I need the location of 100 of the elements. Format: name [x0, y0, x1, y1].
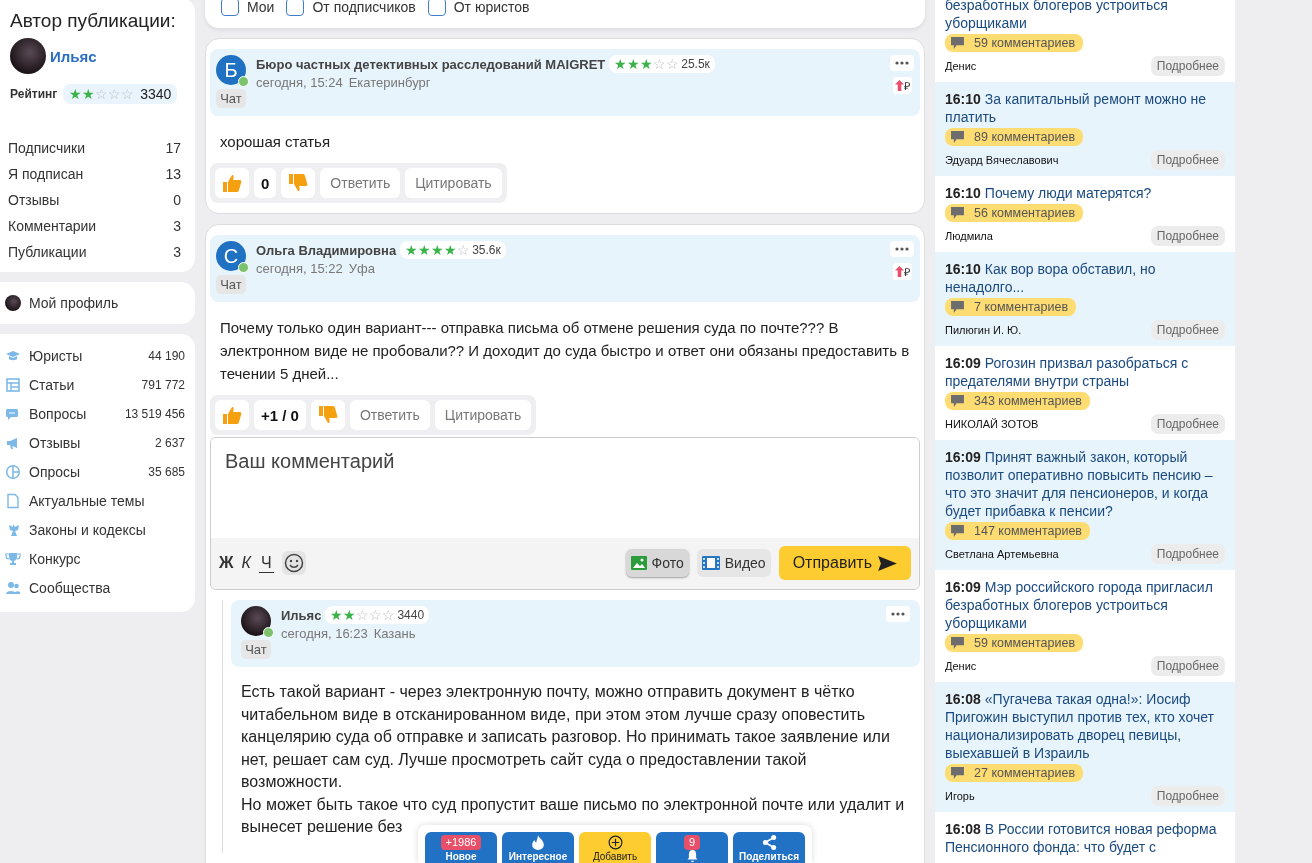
comments-count-pill[interactable]: 56 комментариев: [945, 204, 1084, 222]
avatar-letter[interactable]: С: [216, 241, 246, 271]
chat-button[interactable]: Чат: [241, 640, 271, 659]
thumbs-down-icon: [317, 406, 338, 424]
chat-button[interactable]: Чат: [216, 275, 246, 294]
reply-button[interactable]: Ответить: [320, 168, 401, 198]
nav-link[interactable]: Юристы: [29, 348, 83, 364]
rating-value: 3440: [397, 608, 425, 622]
news-author: Светлана Артемьевна: [945, 548, 1059, 560]
speech-bubble-icon: [951, 395, 964, 407]
avatar-photo[interactable]: [10, 38, 46, 74]
more-details-button[interactable]: Подробнее: [1150, 786, 1225, 806]
news-author: Игорь: [945, 790, 975, 802]
rating-label: Рейтинг: [10, 87, 58, 101]
news-title-link[interactable]: безработных блогеров устроиться уборщиками: [945, 0, 1225, 32]
comments-count-pill[interactable]: 59 комментариев: [945, 634, 1084, 652]
profile-link[interactable]: Мой профиль: [29, 295, 119, 311]
italic-button[interactable]: К: [241, 554, 251, 572]
nav-link[interactable]: Отзывы: [29, 435, 81, 451]
comments-count-pill[interactable]: 7 комментариев: [945, 298, 1077, 316]
underline-button[interactable]: Ч: [258, 553, 274, 573]
news-title-link[interactable]: 16:09 Принят важный закон, который позволит оперативно повысить пенсию – что это значит для пенсионеров, и когда будет прибавка к пенсии?: [945, 448, 1225, 520]
checkbox[interactable]: [286, 0, 305, 16]
send-button[interactable]: Отправить: [778, 546, 911, 580]
author-name[interactable]: Ильяс: [281, 607, 322, 623]
more-button[interactable]: [890, 241, 914, 257]
nav-link[interactable]: Вопросы: [29, 406, 87, 422]
stat-value: 3: [173, 217, 181, 236]
boost-button[interactable]: ₽: [892, 77, 912, 94]
nav-link[interactable]: Конкурс: [29, 551, 81, 567]
stat-value: 3: [173, 243, 181, 262]
news-title-link[interactable]: 16:08 В России готовится новая реформа Пенсионного фонда: что будет с: [945, 820, 1225, 856]
news-title-link[interactable]: 16:10 Как вор вора обставил, но ненадолго...: [945, 260, 1225, 296]
filter-label[interactable]: Мои: [247, 0, 275, 15]
quote-button[interactable]: Цитировать: [405, 168, 502, 198]
dislike-button[interactable]: [281, 168, 316, 198]
author-name-link[interactable]: Ильяс: [50, 47, 97, 65]
hot-tab-button[interactable]: Интересное: [502, 832, 574, 863]
author-name[interactable]: Бюро частных детективных расследований MAIGRET: [256, 56, 606, 72]
nav-link[interactable]: Опросы: [29, 464, 81, 480]
comments-count-pill[interactable]: 343 комментариев: [945, 392, 1090, 410]
nav-link[interactable]: Актуальные темы: [29, 493, 145, 509]
news-author: Денис: [945, 60, 977, 72]
add-tab-button[interactable]: Добавить: [579, 832, 651, 863]
author-name[interactable]: Ольга Владимировна: [256, 242, 397, 258]
emoji-button[interactable]: [281, 551, 306, 575]
news-title-link[interactable]: 16:09 Мэр российского города пригласил безработных блогеров устроиться уборщиками: [945, 578, 1225, 632]
news-title-link[interactable]: 16:08 «Пугачева такая одна!»: Иосиф Пригожин выступил против тех, кто хочет национализировать дворец певицы, выехавшей в Израиль: [945, 690, 1225, 762]
boost-button[interactable]: ₽: [892, 263, 912, 280]
filter-label[interactable]: От юристов: [453, 0, 530, 15]
share-tab-button[interactable]: Поделиться: [733, 832, 805, 863]
nav-link[interactable]: Законы и кодексы: [29, 522, 146, 538]
comments-count-pill[interactable]: 27 комментариев: [945, 764, 1084, 782]
more-button[interactable]: [886, 606, 910, 622]
dislike-button[interactable]: [310, 400, 345, 430]
stat-label[interactable]: Отзывы: [8, 190, 60, 210]
stat-label[interactable]: Я подписан: [8, 164, 84, 184]
notify-tab-button[interactable]: 9: [656, 832, 728, 863]
more-details-button[interactable]: Подробнее: [1150, 414, 1225, 434]
nav-count: 2 637: [154, 436, 185, 450]
checkbox[interactable]: [221, 0, 239, 16]
share-icon: [760, 835, 778, 850]
photo-button[interactable]: Фото: [625, 549, 689, 577]
like-button[interactable]: [215, 168, 249, 198]
new-tab-button[interactable]: +1986 Новое: [425, 832, 497, 863]
stat-label[interactable]: Публикации: [8, 242, 87, 262]
comments-count-pill[interactable]: 59 комментариев: [945, 34, 1084, 52]
news-title-link[interactable]: 16:10 За капитальный ремонт можно не платить: [945, 90, 1225, 126]
bold-button[interactable]: Ж: [219, 554, 234, 572]
nav-link[interactable]: Сообщества: [29, 580, 111, 596]
comment-time: сегодня, 15:22: [256, 261, 343, 276]
rating-value: 25.5к: [681, 57, 710, 71]
quote-button[interactable]: Цитировать: [434, 400, 532, 430]
video-button[interactable]: Видео: [696, 549, 771, 577]
more-details-button[interactable]: Подробнее: [1150, 320, 1225, 340]
comments-count-pill[interactable]: 89 комментариев: [945, 128, 1084, 146]
more-button[interactable]: [890, 55, 914, 71]
more-details-button[interactable]: Подробнее: [1150, 150, 1225, 170]
comment-editor[interactable]: Ваш комментарий Ж К Ч Фото Видео Отправить: [210, 437, 920, 590]
chat-button[interactable]: Чат: [216, 89, 246, 108]
more-details-button[interactable]: Подробнее: [1150, 56, 1225, 76]
avatar-photo[interactable]: [241, 606, 271, 636]
stat-label[interactable]: Подписчики: [8, 138, 85, 158]
comments-count-pill[interactable]: 147 комментариев: [945, 522, 1090, 540]
more-details-button[interactable]: Подробнее: [1150, 656, 1225, 676]
reply-button[interactable]: Ответить: [349, 400, 430, 430]
filter-label[interactable]: От подписчиков: [312, 0, 416, 15]
nav-link[interactable]: Статьи: [29, 377, 75, 393]
comment-city: Уфа: [348, 261, 375, 276]
like-button[interactable]: [215, 400, 249, 430]
checkbox[interactable]: [427, 0, 446, 16]
news-title-link[interactable]: 16:10 Почему люди матерятся?: [945, 184, 1152, 202]
thumbs-down-icon: [288, 174, 309, 192]
more-details-button[interactable]: Подробнее: [1150, 226, 1225, 246]
more-details-button[interactable]: Подробнее: [1150, 544, 1225, 564]
avatar-letter[interactable]: Б: [216, 55, 246, 85]
nav-count: 13 519 456: [124, 407, 185, 421]
stat-label[interactable]: Комментарии: [8, 216, 97, 236]
score-value: +1 / 0: [254, 400, 306, 430]
news-title-link[interactable]: 16:09 Рогозин призвал разобраться с предателями внутри страны: [945, 354, 1225, 390]
